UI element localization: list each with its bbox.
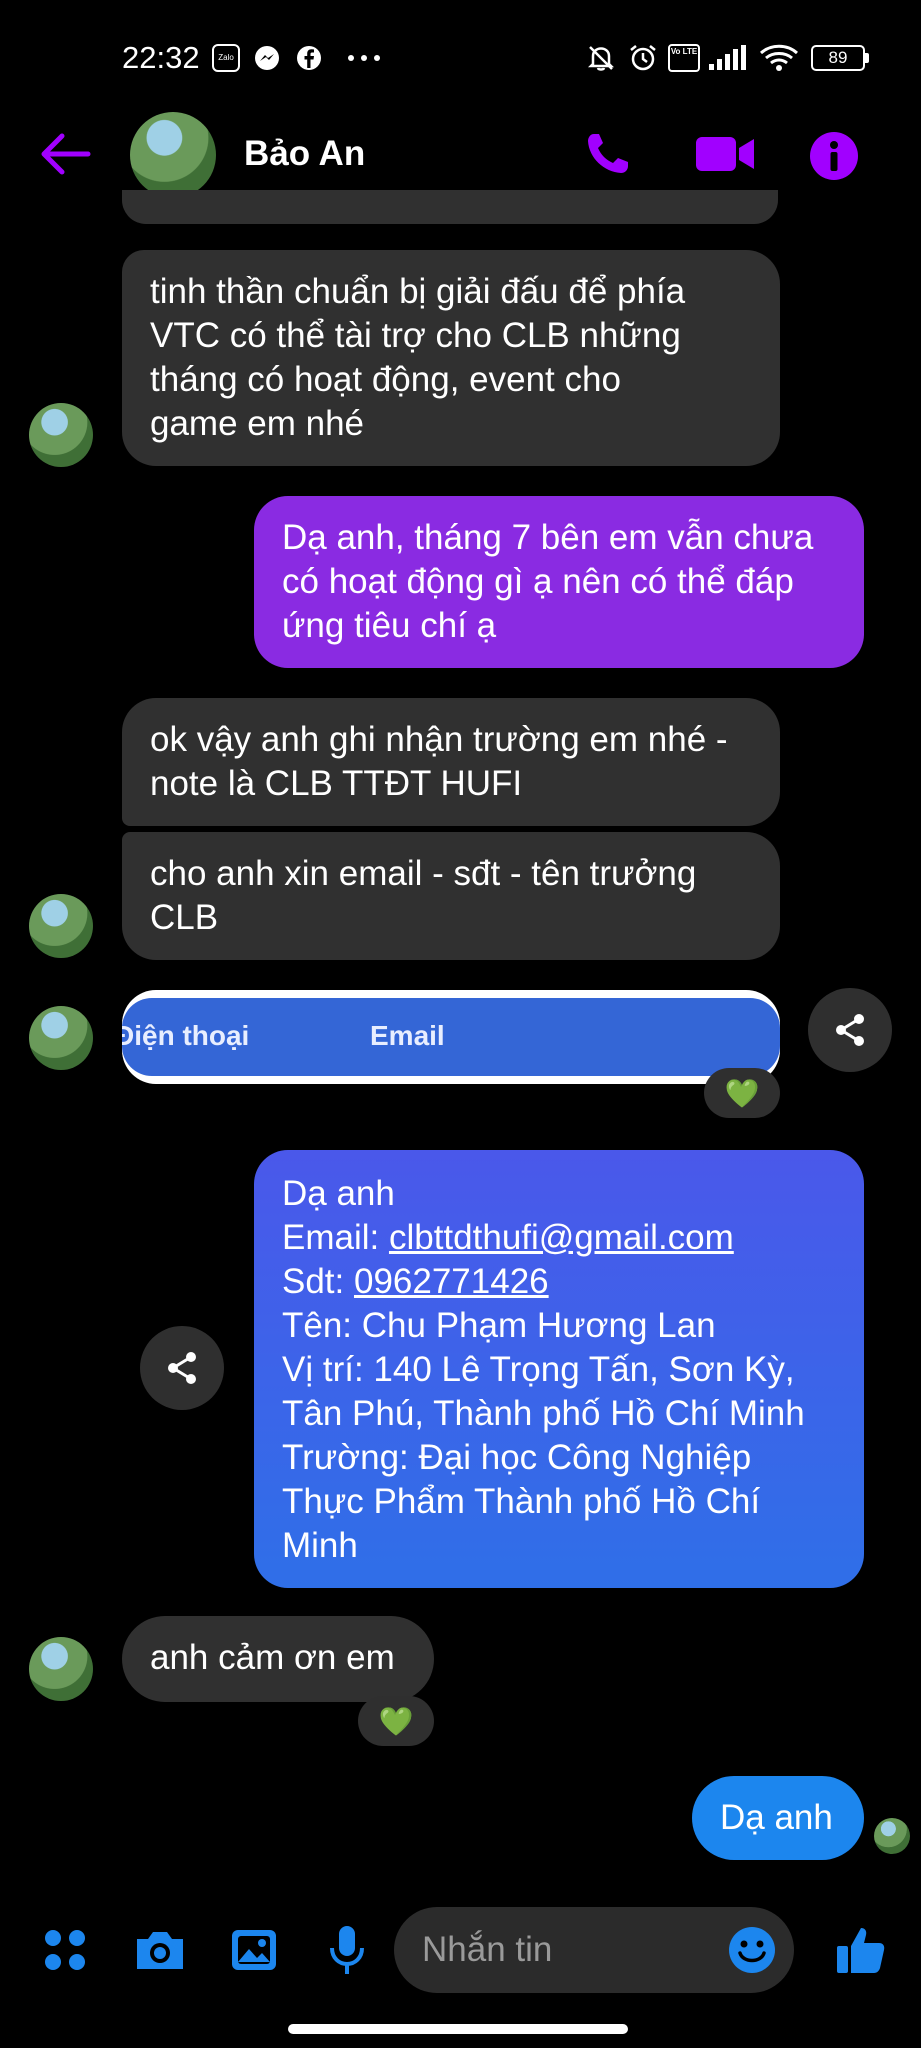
message-line: có hoạt động gì ạ nên có thể đáp: [282, 562, 794, 601]
email-label: Email:: [282, 1218, 389, 1257]
message-bubble-incoming[interactable]: ok vậy anh ghi nhận trường em nhé - note…: [122, 698, 780, 826]
message-bubble-outgoing[interactable]: Dạ anh, tháng 7 bên em vẫn chưa có hoạt …: [254, 496, 864, 668]
message-list[interactable]: tinh thần chuẩn bị giải đấu để phía VTC …: [0, 190, 921, 1870]
status-bar: 22:32 Zalo Vo LTE 89: [0, 0, 921, 100]
message-text: anh cảm ơn em: [150, 1638, 395, 1677]
message-line: CLB: [150, 898, 219, 937]
message-line: Tên: Chu Phạm Hương Lan: [282, 1306, 716, 1345]
camera-icon: [137, 1932, 183, 1969]
form-preview-image[interactable]: Điện thoại Email: [122, 998, 780, 1076]
message-bubble-outgoing[interactable]: Dạ anh Email: clbttdthufi@gmail.com Sdt:…: [254, 1150, 864, 1588]
battery-icon: 89: [810, 44, 870, 72]
message-bubble-incoming[interactable]: anh cảm ơn em: [122, 1616, 434, 1702]
message-line: Minh: [282, 1526, 358, 1565]
more-actions-button[interactable]: [40, 1920, 90, 1980]
message-bubble-incoming[interactable]: tinh thần chuẩn bị giải đấu để phía VTC …: [122, 250, 780, 466]
info-icon: [810, 132, 858, 180]
phone-icon: [588, 134, 628, 173]
smiley-icon: [729, 1927, 775, 1973]
back-button[interactable]: [38, 130, 94, 178]
share-button[interactable]: [140, 1326, 224, 1410]
voice-record-button[interactable]: [322, 1920, 372, 1980]
battery-level: 89: [811, 45, 865, 71]
alarm-icon: [626, 44, 660, 72]
emoji-button[interactable]: [724, 1920, 780, 1980]
thumbs-up-icon: [837, 1928, 885, 1973]
status-time: 22:32: [122, 40, 200, 75]
message-bubble-partial[interactable]: [122, 190, 778, 224]
sender-avatar[interactable]: [29, 1006, 93, 1070]
messenger-icon: [252, 44, 282, 72]
message-bubble-incoming[interactable]: cho anh xin email - sđt - tên trưởng CLB: [122, 832, 780, 960]
message-line: Vị trí: 140 Lê Trọng Tấn, Sơn Kỳ,: [282, 1350, 795, 1389]
seen-avatar: [874, 1818, 910, 1854]
green-heart-icon: 💚: [724, 1077, 760, 1109]
message-line: Dạ anh: [282, 1174, 395, 1213]
wifi-icon: [758, 44, 800, 72]
form-tab-phone: Điện thoại: [122, 1020, 250, 1051]
mute-bell-icon: [584, 44, 618, 72]
reaction-badge[interactable]: 💚: [704, 1068, 780, 1118]
message-line: Sdt: 0962771426: [282, 1260, 836, 1304]
sender-avatar[interactable]: [29, 894, 93, 958]
image-icon: [232, 1930, 276, 1970]
more-dots-icon: [344, 44, 384, 72]
voice-call-button[interactable]: [580, 128, 638, 180]
message-line: Tân Phú, Thành phố Hồ Chí Minh: [282, 1394, 805, 1433]
video-camera-icon: [696, 137, 754, 171]
message-line: cho anh xin email - sđt - tên trưởng: [150, 854, 697, 893]
info-button[interactable]: [806, 128, 866, 180]
microphone-icon: [330, 1926, 364, 1974]
message-line: Dạ anh, tháng 7 bên em vẫn chưa: [282, 518, 814, 557]
message-line: tháng có hoạt động, event cho: [150, 360, 621, 399]
attachment-bubble[interactable]: Điện thoại Email: [122, 990, 780, 1084]
phone-link[interactable]: 0962771426: [354, 1262, 549, 1301]
contact-name[interactable]: Bảo An: [244, 134, 365, 174]
sender-avatar[interactable]: [29, 1637, 93, 1701]
camera-button[interactable]: [132, 1920, 188, 1980]
like-button[interactable]: [832, 1920, 890, 1980]
grid-icon: [45, 1930, 85, 1970]
email-link[interactable]: clbttdthufi@gmail.com: [389, 1218, 734, 1257]
contact-avatar[interactable]: [130, 112, 216, 198]
signal-icon: [706, 44, 748, 72]
facebook-icon: [294, 44, 324, 72]
message-line: Trường: Đại học Công Nghiệp: [282, 1438, 752, 1477]
share-button[interactable]: [808, 988, 892, 1072]
message-line: game em nhé: [150, 404, 365, 443]
back-arrow-icon: [41, 133, 91, 175]
message-line: ok vậy anh ghi nhận trường em nhé -: [150, 720, 728, 759]
message-line: Thực Phẩm Thành phố Hồ Chí: [282, 1482, 761, 1521]
message-line: tinh thần chuẩn bị giải đấu để phía: [150, 272, 686, 311]
message-line: VTC có thể tài trợ cho CLB những: [150, 316, 681, 355]
form-tab-email: Email: [370, 1020, 445, 1051]
sender-avatar[interactable]: [29, 403, 93, 467]
zalo-icon: Zalo: [212, 44, 240, 72]
message-bubble-outgoing[interactable]: Dạ anh: [692, 1776, 864, 1860]
green-heart-icon: 💚: [378, 1705, 414, 1737]
message-input-placeholder: Nhắn tin: [422, 1930, 553, 1969]
message-line: Email: clbttdthufi@gmail.com: [282, 1216, 836, 1260]
message-line: note là CLB TTĐT HUFI: [150, 764, 523, 803]
video-call-button[interactable]: [694, 128, 758, 180]
phone-label: Sdt:: [282, 1262, 354, 1301]
home-indicator[interactable]: [288, 2024, 628, 2034]
message-line: ứng tiêu chí ạ: [282, 606, 497, 645]
share-icon: [836, 1014, 864, 1046]
share-icon: [168, 1352, 196, 1384]
reaction-badge[interactable]: 💚: [358, 1696, 434, 1746]
message-text: Dạ anh: [720, 1798, 833, 1837]
volte-icon: Vo LTE: [668, 44, 700, 72]
gallery-button[interactable]: [226, 1920, 282, 1980]
